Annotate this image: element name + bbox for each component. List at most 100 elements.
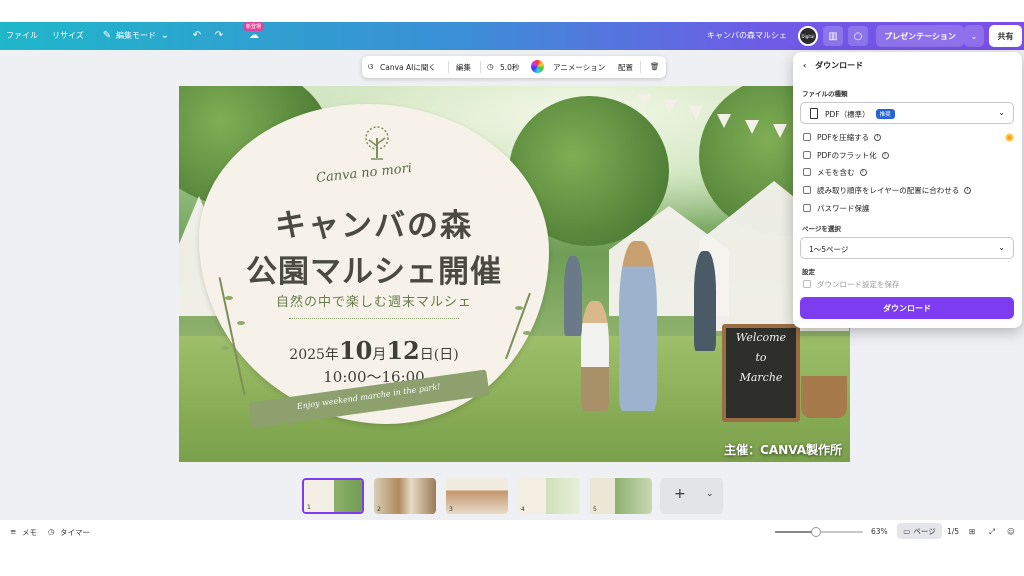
- bunting-flag: [689, 106, 703, 120]
- edit-mode-menu[interactable]: 編集モード: [116, 30, 156, 41]
- flatten-pdf-checkbox[interactable]: [803, 151, 811, 159]
- include-notes-checkbox[interactable]: [803, 168, 811, 176]
- trash-icon[interactable]: 🗑: [650, 62, 660, 71]
- file-type-value: PDF（標準） 推奨: [825, 109, 895, 120]
- bottom-toolbar: ≡ メモ ◷ タイマー 63% ▭ ページ 1/5 ⊞ ⤢ ☺: [0, 520, 1024, 542]
- file-menu[interactable]: ファイル: [6, 30, 38, 41]
- top-toolbar: ファイル リサイズ ✎ 編集モード ⌄ ↶ ↷ 新登場 ☁ キャンバの森マルシェ…: [0, 22, 1024, 50]
- date-month-unit: 月: [372, 347, 387, 363]
- option-label: PDFのフラット化: [817, 150, 877, 160]
- info-icon[interactable]: i: [964, 186, 972, 194]
- edit-button[interactable]: 編集: [456, 62, 471, 73]
- bunting-flag: [773, 124, 787, 138]
- leaf: [523, 331, 531, 335]
- download-button[interactable]: ダウンロード: [800, 297, 1014, 319]
- title-line-1[interactable]: キャンバの森: [199, 200, 549, 245]
- panel-header[interactable]: ‹ ダウンロード: [803, 60, 863, 71]
- save-settings-option[interactable]: ダウンロード設定を保存: [803, 278, 900, 290]
- settings-label: 設定: [802, 268, 815, 276]
- present-options-chevron-icon[interactable]: ⌄: [964, 25, 984, 47]
- plus-icon: +: [674, 486, 686, 502]
- analytics-icon[interactable]: ▥: [823, 26, 843, 46]
- date-day: 12: [386, 336, 420, 365]
- page-view-label: ページ: [913, 526, 936, 536]
- fullscreen-icon[interactable]: ⤢: [989, 527, 995, 537]
- zoom-level[interactable]: 63%: [871, 527, 888, 536]
- tree-logo-icon: [365, 126, 389, 160]
- design-page[interactable]: Welcome to Marche Canva no mori キャンバの森 公…: [179, 86, 850, 462]
- document-title[interactable]: キャンバの森マルシェ: [707, 30, 787, 41]
- share-button[interactable]: 共有: [989, 25, 1022, 47]
- page-number: 1: [307, 504, 311, 511]
- memo-button[interactable]: メモ: [22, 527, 37, 538]
- add-page-button[interactable]: + ⌄: [660, 478, 723, 514]
- thumbnail-preview: [518, 478, 580, 514]
- help-icon[interactable]: ☺: [1007, 527, 1015, 536]
- arrange-button[interactable]: 配置: [618, 62, 633, 73]
- avatar[interactable]: Digital: [798, 26, 818, 46]
- bunting-flag: [717, 114, 731, 128]
- date-weekday: (日): [433, 347, 459, 363]
- save-settings-checkbox[interactable]: [803, 280, 811, 288]
- color-wheel-icon[interactable]: [531, 60, 544, 73]
- board-text: Marche: [739, 371, 783, 384]
- page-thumbnail-5[interactable]: 5: [590, 478, 652, 514]
- date-year: 2025年: [289, 347, 339, 363]
- thumbnail-preview: [374, 478, 436, 514]
- cloud-sync-icon[interactable]: ☁: [247, 28, 261, 42]
- zoom-slider[interactable]: [775, 527, 863, 537]
- download-panel: ‹ ダウンロード ファイルの種類 PDF（標準） 推奨 ⌄ PDFを圧縮する i …: [793, 52, 1022, 328]
- canva-editor: ファイル リサイズ ✎ 編集モード ⌄ ↶ ↷ 新登場 ☁ キャンバの森マルシェ…: [0, 0, 1024, 576]
- chevron-left-icon[interactable]: ‹: [803, 61, 806, 70]
- subtitle[interactable]: 自然の中で楽しむ週末マルシェ: [199, 291, 549, 310]
- chevron-down-icon[interactable]: ⌄: [706, 489, 714, 499]
- animation-button[interactable]: アニメーション: [553, 62, 605, 73]
- chevron-down-icon[interactable]: ⌄: [158, 28, 172, 42]
- password-protect-option[interactable]: パスワード保護: [803, 202, 870, 214]
- flatten-pdf-option[interactable]: PDFのフラット化 i: [803, 149, 889, 161]
- page-view-button[interactable]: ▭ ページ: [897, 523, 942, 539]
- event-time[interactable]: 10:00〜16:00: [199, 366, 549, 387]
- password-protect-checkbox[interactable]: [803, 204, 811, 212]
- comment-icon[interactable]: ○: [848, 26, 868, 46]
- board-text: Welcome: [735, 331, 787, 344]
- info-icon[interactable]: i: [874, 133, 882, 141]
- present-label: プレゼンテーション: [884, 31, 956, 41]
- redo-icon[interactable]: ↷: [212, 28, 226, 42]
- duration-button[interactable]: 5.0秒: [500, 62, 519, 73]
- info-icon[interactable]: i: [881, 151, 889, 159]
- thumbnail-preview: [446, 478, 508, 514]
- page-thumbnail-4[interactable]: 4: [518, 478, 580, 514]
- download-button-label: ダウンロード: [883, 303, 931, 313]
- title-line-2[interactable]: 公園マルシェ開催: [199, 246, 549, 291]
- timer-icon: ◷: [48, 527, 55, 536]
- compress-pdf-checkbox[interactable]: [803, 133, 811, 141]
- present-button[interactable]: プレゼンテーション: [876, 25, 964, 47]
- file-type-select[interactable]: PDF（標準） 推奨 ⌄: [800, 102, 1014, 124]
- bunting-flag: [637, 94, 651, 108]
- organizer-text[interactable]: 主催：CANVA製作所: [724, 441, 842, 458]
- reading-order-checkbox[interactable]: [803, 186, 811, 194]
- compress-pdf-option[interactable]: PDFを圧縮する i: [803, 131, 882, 143]
- toolbar-divider: [480, 61, 481, 73]
- include-notes-option[interactable]: メモを含む i: [803, 166, 867, 178]
- flower-basket: [801, 376, 847, 418]
- ask-canva-ai-button[interactable]: Canva AIに聞く: [380, 62, 436, 73]
- info-icon[interactable]: i: [859, 168, 867, 176]
- resize-menu[interactable]: リサイズ: [52, 30, 84, 41]
- page-select[interactable]: 1〜5ページ ⌄: [800, 237, 1014, 259]
- board-text: to: [755, 351, 767, 364]
- grid-view-icon[interactable]: ⊞: [969, 527, 975, 536]
- reading-order-option[interactable]: 読み取り順序をレイヤーの配置に合わせる i: [803, 184, 972, 196]
- page-thumbnail-1[interactable]: 1: [302, 478, 364, 514]
- page-thumbnail-2[interactable]: 2: [374, 478, 436, 514]
- chevron-down-icon: ⌄: [998, 108, 1005, 117]
- bunting-flag: [663, 100, 677, 114]
- event-date[interactable]: 2025年10月12日(日): [199, 336, 549, 365]
- undo-icon[interactable]: ↶: [190, 28, 204, 42]
- canva-ai-icon: ଓ: [368, 62, 374, 71]
- zoom-slider-handle[interactable]: [811, 527, 822, 537]
- page-thumbnail-3[interactable]: 3: [446, 478, 508, 514]
- recommended-badge: 推奨: [875, 109, 895, 119]
- timer-button[interactable]: タイマー: [60, 527, 90, 538]
